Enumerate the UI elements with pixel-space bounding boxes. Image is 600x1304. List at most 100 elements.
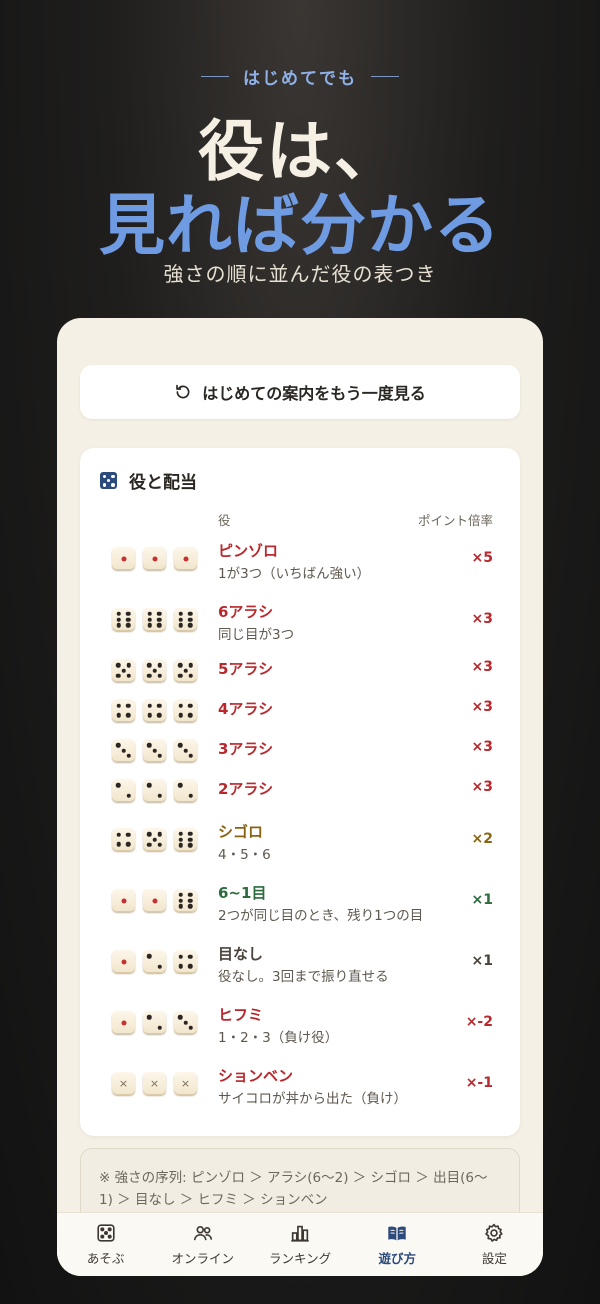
tab-how-to-play[interactable]: 遊び方 xyxy=(349,1213,446,1276)
replay-tutorial-button[interactable]: はじめての案内をもう一度見る xyxy=(80,365,520,419)
die-pip xyxy=(121,1020,126,1025)
payout-card: 役と配当 役 ポイント倍率 ピンゾロ 1が3つ（いちばん強い） ×5 6アラシ 同じ目が… xyxy=(80,448,520,1136)
die-pip xyxy=(147,712,153,718)
die-pip xyxy=(121,556,126,561)
die-pip xyxy=(116,617,122,622)
die-face xyxy=(112,828,135,851)
die-pip xyxy=(178,954,184,960)
die-pip xyxy=(125,617,131,622)
die-pip xyxy=(152,668,157,673)
die-face xyxy=(174,739,197,762)
role-name: ピンゾロ xyxy=(218,542,279,560)
dice-set xyxy=(112,659,197,682)
die-pip xyxy=(121,959,126,964)
payout-card-header: 役と配当 xyxy=(100,468,197,493)
die-face: × xyxy=(174,1072,197,1095)
dice-set xyxy=(112,699,197,722)
role-description: 同じ目が3つ xyxy=(218,627,295,643)
die-pip xyxy=(116,703,122,709)
die-face xyxy=(174,779,197,802)
die-pip xyxy=(178,898,184,903)
die-pip xyxy=(156,712,162,718)
role-multiplier: ×3 xyxy=(471,739,493,755)
tab-bar: あそぶ オンライン ランキング 遊び方 設定 xyxy=(57,1212,543,1276)
die-pip xyxy=(116,611,122,616)
die-pip xyxy=(152,837,157,842)
x-mark-icon: × xyxy=(180,1077,191,1090)
role-multiplier: ×1 xyxy=(471,892,493,908)
die-pip xyxy=(188,793,193,798)
die-pip xyxy=(125,841,131,847)
die-pip xyxy=(116,673,121,678)
die-face xyxy=(112,889,135,912)
die-pip xyxy=(116,841,122,847)
die-pip xyxy=(147,703,153,709)
die-pip xyxy=(147,842,152,847)
book-icon xyxy=(388,1226,406,1241)
die-pip xyxy=(187,617,193,622)
role-description: 4・5・6 xyxy=(218,847,271,863)
die-pip xyxy=(126,793,131,798)
die-face xyxy=(143,828,166,851)
role-multiplier: ×3 xyxy=(471,659,493,675)
die-pip xyxy=(157,793,162,798)
replay-icon xyxy=(176,384,190,399)
die-pip xyxy=(187,831,193,836)
die-pip xyxy=(177,742,183,748)
die-pip xyxy=(187,904,193,909)
die-pip xyxy=(178,843,184,848)
die-pip xyxy=(147,611,153,616)
tab-ranking[interactable]: ランキング xyxy=(251,1213,348,1276)
bar-chart-icon xyxy=(291,1225,309,1242)
die-pip xyxy=(183,748,188,753)
die-pip xyxy=(178,963,184,969)
die-face xyxy=(143,659,166,682)
hero-title-line2: 見れば分かる xyxy=(99,187,501,264)
die-pip xyxy=(178,783,183,788)
die-face xyxy=(143,950,166,973)
die-pip xyxy=(188,753,194,759)
role-description: サイコロが丼から出た（負け） xyxy=(218,1091,407,1107)
die-face xyxy=(112,950,135,973)
tab-online[interactable]: オンライン xyxy=(154,1213,251,1276)
role-description: 2つが同じ目のとき、残り1つの目 xyxy=(218,908,424,924)
column-header-role: 役 xyxy=(218,513,231,528)
die-face xyxy=(112,739,135,762)
die-pip xyxy=(156,611,162,616)
die-pip xyxy=(146,742,152,748)
x-mark-icon: × xyxy=(149,1077,160,1090)
dice-set xyxy=(112,779,197,802)
die-pip xyxy=(187,623,193,628)
role-multiplier: ×-2 xyxy=(465,1014,493,1030)
tab-settings[interactable]: 設定 xyxy=(446,1213,543,1276)
eyebrow-text: はじめてでも xyxy=(243,69,357,89)
eyebrow: はじめてでも xyxy=(0,64,600,89)
die-pip xyxy=(187,611,193,616)
die-pip xyxy=(147,623,153,628)
role-multiplier: ×3 xyxy=(471,779,493,795)
die-pip xyxy=(126,753,132,759)
die-face xyxy=(143,608,166,631)
die-pip xyxy=(157,1025,162,1030)
die-face xyxy=(174,608,197,631)
die-face: × xyxy=(143,1072,166,1095)
role-multiplier: ×1 xyxy=(471,953,493,969)
die-face: × xyxy=(112,1072,135,1095)
tab-play[interactable]: あそぶ xyxy=(57,1213,154,1276)
role-description: 役なし。3回まで振り直せる xyxy=(218,969,389,985)
role-description: 1が3つ（いちばん強い） xyxy=(218,566,371,582)
die-pip xyxy=(125,611,131,616)
role-multiplier: ×-1 xyxy=(465,1075,493,1091)
die-pip xyxy=(187,898,193,903)
column-header-multiplier: ポイント倍率 xyxy=(417,513,493,528)
die-pip xyxy=(115,742,121,748)
die-pip xyxy=(116,832,122,838)
die-face xyxy=(112,699,135,722)
die-pip xyxy=(183,556,188,561)
die-pip xyxy=(125,703,131,709)
die-pip xyxy=(178,623,184,628)
die-face xyxy=(174,659,197,682)
role-multiplier: ×3 xyxy=(471,611,493,627)
die-pip xyxy=(121,668,126,673)
die-pip xyxy=(187,703,193,709)
